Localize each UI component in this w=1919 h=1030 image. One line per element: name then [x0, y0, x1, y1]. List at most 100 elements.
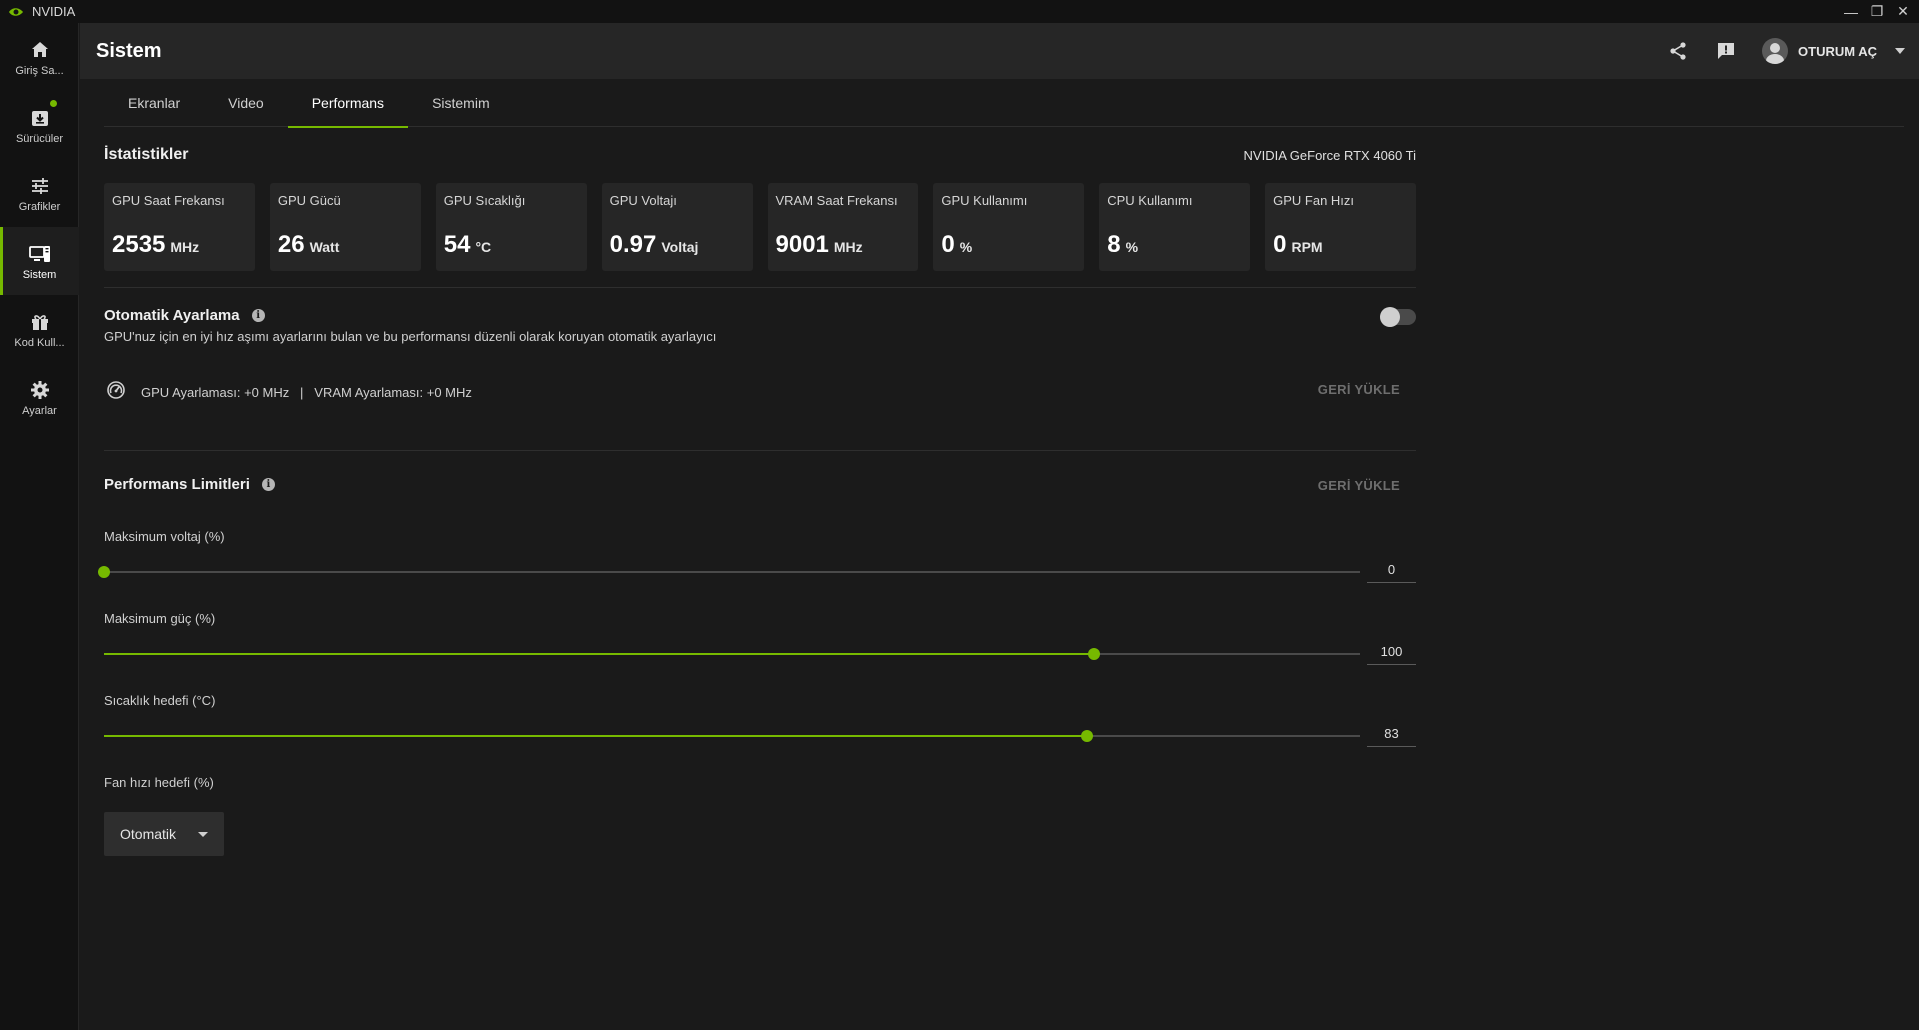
chevron-down-icon	[198, 832, 208, 837]
stat-value: 0.97	[609, 231, 657, 258]
tuning-status-text: GPU Ayarlaması: +0 MHz | VRAM Ayarlaması…	[141, 385, 472, 400]
tab-displays[interactable]: Ekranlar	[104, 79, 204, 127]
auto-tuning-title: Otomatik Ayarlama i	[104, 307, 265, 324]
slider-fill	[104, 653, 1094, 655]
perf-limits-title-text: Performans Limitleri	[104, 476, 250, 493]
fan-target-dropdown[interactable]: Otomatik	[104, 812, 224, 856]
stat-card-fan-speed: GPU Fan Hızı 0 RPM	[1265, 183, 1416, 271]
page-header: Sistem OTURUM AÇ	[80, 23, 1919, 79]
stat-unit: %	[959, 239, 973, 255]
stat-label: GPU Gücü	[277, 193, 341, 208]
max-voltage-slider[interactable]	[98, 566, 1360, 578]
sidebar-item-settings[interactable]: Ayarlar	[0, 363, 79, 431]
monitor-icon	[28, 242, 52, 266]
perf-limits-title: Performans Limitleri i	[104, 476, 275, 493]
app-name: NVIDIA	[32, 4, 76, 19]
perf-limits-reset-button[interactable]: GERİ YÜKLE	[1318, 478, 1400, 493]
tab-my-system[interactable]: Sistemim	[408, 79, 514, 127]
stat-label: VRAM Saat Frekansı	[775, 193, 898, 208]
sidebar-item-graphics[interactable]: Grafikler	[0, 159, 79, 227]
window-controls: — ❐ ✕	[1843, 0, 1911, 23]
minimize-button[interactable]: —	[1843, 4, 1859, 20]
stat-label: CPU Kullanımı	[1107, 193, 1193, 208]
max-power-value[interactable]: 100	[1367, 641, 1416, 665]
stat-card-gpu-temp: GPU Sıcaklığı 54 °C	[435, 183, 587, 271]
sidebar-item-redeem[interactable]: Kod Kull...	[0, 295, 79, 363]
sidebar-item-label: Grafikler	[18, 200, 61, 213]
stat-value: 0	[941, 231, 955, 258]
sidebar-item-home[interactable]: Giriş Sa...	[0, 23, 79, 91]
stat-label: GPU Voltajı	[609, 193, 677, 208]
stat-unit: Watt	[309, 239, 340, 255]
max-voltage-value[interactable]: 0	[1367, 559, 1416, 583]
auto-tuning-toggle[interactable]	[1380, 307, 1416, 327]
sidebar: Giriş Sa... Sürücüler Grafikler Sistem K…	[0, 23, 79, 1030]
slider-thumb[interactable]	[98, 566, 110, 578]
sliders-icon	[28, 174, 52, 198]
stat-card-cpu-usage: CPU Kullanımı 8%	[1099, 183, 1251, 271]
stat-card-gpu-power: GPU Gücü 26 Watt	[269, 183, 421, 271]
max-power-slider[interactable]	[104, 648, 1360, 660]
sidebar-item-label: Giriş Sa...	[15, 64, 64, 77]
max-voltage-label: Maksimum voltaj (%)	[104, 529, 225, 544]
nvidia-logo-icon	[8, 6, 24, 18]
stat-unit: Voltaj	[661, 239, 699, 255]
auto-tuning-description: GPU'nuz için en iyi hız aşımı ayarlarını…	[104, 329, 717, 344]
stat-card-gpu-clock: GPU Saat Frekansı 2535 MHz	[104, 183, 255, 271]
share-icon[interactable]	[1666, 39, 1690, 63]
sidebar-item-label: Ayarlar	[22, 404, 57, 417]
home-icon	[28, 38, 52, 62]
slider-fill	[104, 735, 1088, 737]
stat-unit: RPM	[1291, 239, 1323, 255]
stat-unit: MHz	[170, 239, 200, 255]
feedback-icon[interactable]	[1714, 39, 1738, 63]
sidebar-item-drivers[interactable]: Sürücüler	[0, 91, 79, 159]
info-icon[interactable]: i	[261, 478, 275, 491]
slider-thumb[interactable]	[1087, 648, 1100, 660]
fan-target-selected: Otomatik	[120, 826, 177, 842]
header-actions: OTURUM AÇ	[1666, 23, 1919, 79]
stats-header: İstatistikler NVIDIA GeForce RTX 4060 Ti	[104, 127, 1416, 183]
gear-icon	[28, 378, 52, 402]
fan-target-label: Fan hızı hedefi (%)	[104, 775, 214, 790]
gauge-icon	[106, 380, 126, 405]
stat-value: 54	[443, 231, 471, 258]
gpu-name: NVIDIA GeForce RTX 4060 Ti	[1243, 148, 1416, 163]
tab-video[interactable]: Video	[204, 79, 288, 127]
slider-thumb[interactable]	[1081, 730, 1094, 742]
temp-target-slider[interactable]	[104, 730, 1360, 742]
chevron-down-icon	[1895, 48, 1905, 54]
max-power-label: Maksimum güç (%)	[104, 611, 216, 626]
stat-label: GPU Kullanımı	[941, 193, 1028, 208]
tab-bar: Ekranlar Video Performans Sistemim	[104, 79, 1904, 128]
tab-performance[interactable]: Performans	[287, 79, 409, 128]
update-badge	[50, 100, 57, 107]
download-icon	[28, 106, 52, 130]
temp-target-value[interactable]: 83	[1367, 723, 1416, 747]
stat-card-gpu-usage: GPU Kullanımı 0%	[933, 183, 1085, 271]
stat-value: 0	[1273, 231, 1287, 258]
stat-value: 9001	[775, 231, 829, 258]
stat-label: GPU Saat Frekansı	[112, 193, 225, 208]
stat-value: 8	[1107, 231, 1121, 258]
info-icon[interactable]: i	[251, 309, 265, 322]
stat-unit: MHz	[833, 239, 863, 255]
auto-tuning-reset-button[interactable]: GERİ YÜKLE	[1318, 382, 1400, 397]
stat-label: GPU Fan Hızı	[1273, 193, 1355, 208]
stat-unit: %	[1125, 239, 1139, 255]
stats-title: İstatistikler	[104, 146, 189, 163]
stat-unit: °C	[475, 239, 492, 255]
stat-card-gpu-voltage: GPU Voltajı 0.97 Voltaj	[601, 183, 753, 271]
sidebar-item-label: Kod Kull...	[14, 336, 65, 349]
sidebar-item-system[interactable]: Sistem	[0, 227, 79, 295]
restore-button[interactable]: ❐	[1869, 3, 1885, 20]
login-button[interactable]: OTURUM AÇ	[1762, 38, 1905, 64]
performance-panel: İstatistikler NVIDIA GeForce RTX 4060 Ti…	[98, 127, 1416, 856]
avatar-icon	[1762, 38, 1789, 64]
title-bar: NVIDIA — ❐ ✕	[0, 0, 1919, 23]
page-title: Sistem	[96, 39, 162, 62]
sidebar-item-label: Sürücüler	[15, 132, 64, 145]
temp-target-label: Sıcaklık hedefi (°C)	[104, 693, 216, 708]
close-button[interactable]: ✕	[1895, 3, 1911, 20]
sidebar-item-label: Sistem	[22, 268, 57, 281]
